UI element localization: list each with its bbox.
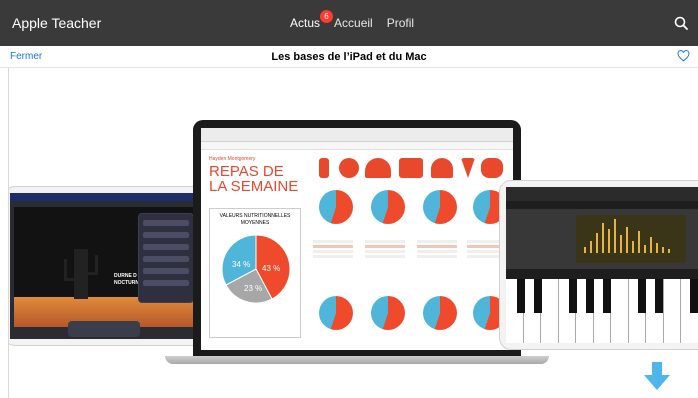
sandwich-icon [481,158,503,178]
numbers-screen: Hayden Montgomery REPAS DE LA SEMAINE VA… [201,128,513,350]
mini-table [313,240,353,264]
garageband-toolbar [506,187,698,201]
doc-heading-line: REPAS DE [209,163,284,180]
mini-pie [371,296,405,330]
casserole-icon [431,158,453,178]
mini-pie [423,190,457,224]
waveform-display [576,215,686,263]
doc-heading: REPAS DE LA SEMAINE [209,164,298,194]
nav-item-label: Accueil [334,16,373,30]
download-icon[interactable] [644,362,670,390]
cactus-illustration [74,249,88,299]
piano-keyboard [506,279,698,343]
hero-image: DURNE D NOCTURNE Hayden Montgomery REPAS… [8,68,698,398]
nutrition-panel: VALEURS NUTRITIONNELLES MOYENNES 34 % 43… [209,208,301,338]
nutrition-title: VALEURS NUTRITIONNELLES MOYENNES [210,213,300,227]
nav-item-label: Profil [386,16,415,30]
apple-icon [339,158,359,178]
app-bar: Apple Teacher Actus 6 Accueil Profil [0,0,698,46]
mini-table [417,240,457,264]
doc-heading-line: LA SEMAINE [209,178,299,195]
ipad-garageband-device [499,180,698,350]
mini-pie [319,296,353,330]
pie-label: 34 % [232,260,250,269]
slide-text-line: DURNE D [114,273,137,279]
numbers-toolbar [201,128,513,142]
cactus-arm [88,255,98,275]
notification-badge: 6 [320,10,334,23]
keynote-toolbar [10,193,206,201]
build-popover [138,213,194,303]
nav-item-profil[interactable]: Profil [387,16,414,30]
cactus-arm [64,259,74,281]
pizza-icon [461,158,475,178]
search-icon[interactable] [674,16,688,30]
nav-item-label: Actus [290,16,321,30]
macbook-device: Hayden Montgomery REPAS DE LA SEMAINE VA… [193,120,521,356]
numbers-tabs [201,142,513,150]
keynote-screen: DURNE D NOCTURNE [10,193,206,339]
mini-pie [319,190,353,224]
food-icons-row [319,158,509,182]
doc-author: Hayden Montgomery [209,156,256,162]
taco-icon [365,158,391,178]
nutrition-pie: 34 % 43 % 23 % [221,234,291,304]
top-nav: Actus 6 Accueil Profil [290,10,414,30]
ipad-keynote-device: DURNE D NOCTURNE [9,186,213,346]
heart-icon[interactable] [677,50,690,62]
sub-header: Fermer Les bases de l’iPad et du Mac [0,46,698,68]
pie-label: 43 % [262,264,280,273]
nutrition-title-line: MOYENNES [240,220,270,226]
sampler-panel [506,209,698,269]
nutrition-title-line: VALEURS NUTRITIONNELLES [219,213,291,219]
app-title: Apple Teacher [12,15,102,31]
garageband-screen [506,187,698,343]
mini-pie [371,190,405,224]
macbook-base [165,356,549,364]
nav-item-actus[interactable]: Actus 6 [290,10,334,30]
mini-table [365,240,405,264]
cup-icon [319,158,329,178]
animation-controls [68,321,140,337]
page-title: Les bases de l’iPad et du Mac [271,51,427,63]
pot-icon [399,158,423,178]
mini-pie [423,296,457,330]
nav-item-accueil[interactable]: Accueil [334,16,373,30]
pie-label: 23 % [244,284,262,293]
